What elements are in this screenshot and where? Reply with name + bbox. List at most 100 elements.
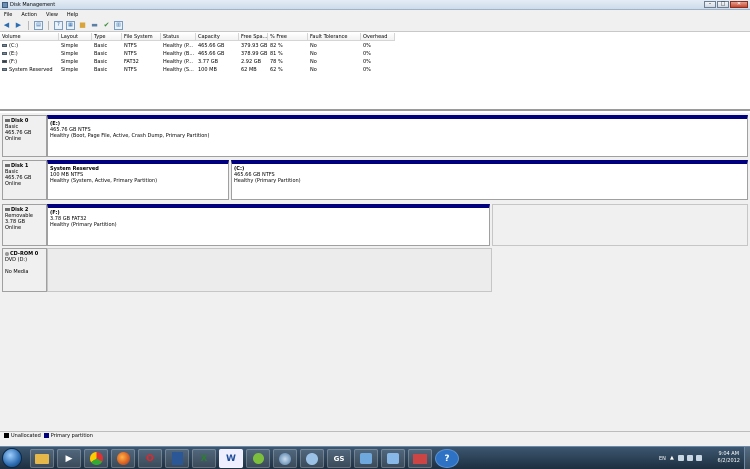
back-arrow-icon[interactable]: ◀ [2,21,11,30]
table-cell: 62 % [270,67,283,73]
taskbar-disk-management-icon[interactable] [408,449,432,468]
forward-arrow-icon[interactable]: ▶ [14,21,23,30]
table-cell: Healthy (S... [163,67,194,73]
taskbar-grape-icon[interactable] [246,449,270,468]
folder-icon[interactable]: ■ [78,21,87,30]
partition-status: Healthy (Boot, Page File, Active, Crash … [50,133,210,139]
disk-2-label[interactable]: Disk 2 Removable 3.78 GB Online [2,204,47,246]
table-cell: 379.93 GB [241,43,268,49]
cd-rom-icon [5,252,9,256]
disk-2-partitions: (F:) 3.78 GB FAT32 Healthy (Primary Part… [47,204,492,246]
flag-icon[interactable] [678,455,684,461]
table-row[interactable]: System Reserved Simple Basic NTFS Health… [0,66,395,74]
options-icon[interactable]: ▥ [114,20,123,30]
partition-e[interactable]: (E:) 465.76 GB NTFS Healthy (Boot, Page … [47,115,748,157]
table-cell: No [310,67,317,73]
partition-f[interactable]: (F:) 3.78 GB FAT32 Healthy (Primary Part… [47,204,490,246]
taskbar-word-icon[interactable] [165,449,189,468]
check-icon[interactable]: ✔ [102,21,111,30]
table-cell: 82 % [270,43,283,49]
column-header-volume[interactable]: Volume [0,33,59,40]
taskbar-chrome-icon[interactable] [84,449,108,468]
maximize-button[interactable]: □ [717,1,729,8]
close-button[interactable]: ✕ [730,1,748,8]
column-header-type[interactable]: Type [92,33,122,40]
taskbar-app-icon[interactable] [354,449,378,468]
table-cell: Simple [61,59,79,65]
disk-icon [5,164,10,167]
menu-view[interactable]: View [46,12,58,18]
clock-date: 6/2/2012 [717,458,740,464]
table-row[interactable]: (F:) Simple Basic FAT32 Healthy (P... 3.… [0,58,395,66]
column-header-percent-free[interactable]: % Free [268,33,308,40]
column-header-status[interactable]: Status [161,33,196,40]
column-header-fault-tolerance[interactable]: Fault Tolerance [308,33,361,40]
menu-action[interactable]: Action [21,12,37,18]
table-cell: 378.99 GB [241,51,268,57]
partition-status: Healthy (Primary Partition) [50,222,117,228]
taskbar-word-icon[interactable]: W [219,449,243,468]
table-cell: Simple [61,43,79,49]
menu-file[interactable]: File [4,12,12,18]
table-row[interactable]: (E:) Simple Basic NTFS Healthy (B... 465… [0,50,395,58]
show-hidden-icons-icon[interactable]: ▲ [670,455,674,461]
table-cell: 465.66 GB [198,43,225,49]
table-cell: Healthy (P... [163,43,193,49]
volume-icon [2,44,7,47]
window-title: Disk Management [10,2,56,8]
taskbar-app-icon[interactable] [300,449,324,468]
taskbar-help-icon[interactable]: ? [435,449,459,468]
properties-icon[interactable]: ▤ [34,20,43,30]
legend: Unallocated Primary partition [0,431,750,440]
table-cell: 81 % [270,51,283,57]
cdrom-0-label[interactable]: CD-ROM 0 DVD (D:) No Media [2,248,47,292]
column-header-file-system[interactable]: File System [122,33,161,40]
help-icon[interactable]: ? [54,20,63,30]
clock[interactable]: 9:04 AM 6/2/2012 [718,451,740,465]
partition-system-reserved[interactable]: System Reserved 100 MB NTFS Healthy (Sys… [47,160,229,200]
table-cell: Basic [94,67,108,73]
volume-icon [2,68,7,71]
minimize-button[interactable]: – [704,1,716,8]
taskbar-excel-icon[interactable]: X [192,449,216,468]
language-indicator[interactable]: EN [659,456,666,462]
volume-name: (C:) [9,43,19,49]
taskbar-app-icon[interactable]: GS [327,449,351,468]
table-row[interactable]: (C:) Simple Basic NTFS Healthy (P... 465… [0,42,395,50]
table-cell: 0% [363,67,371,73]
disk-status: Online [5,225,22,231]
taskbar-app-icon[interactable] [381,449,405,468]
refresh-icon[interactable]: ▦ [66,20,75,30]
show-desktop-button[interactable] [744,447,750,469]
taskbar-firefox-icon[interactable] [111,449,135,468]
taskbar-network-icon[interactable] [273,449,297,468]
column-header-capacity[interactable]: Capacity [196,33,239,40]
disk-icon[interactable]: ▬ [90,21,99,30]
taskbar-folder-icon[interactable] [30,449,54,468]
table-cell: 78 % [270,59,283,65]
table-cell: NTFS [124,67,137,73]
table-cell: Basic [94,43,108,49]
empty-region [492,204,748,246]
column-header-overhead[interactable]: Overhead [361,33,395,40]
disk-management-icon [2,2,8,8]
disk-0-label[interactable]: Disk 0 Basic 465.76 GB Online [2,115,47,157]
start-button[interactable] [2,448,22,468]
taskbar-media-player-icon[interactable]: ▶ [57,449,81,468]
volume-name: (F:) [9,59,18,65]
volume-icon[interactable] [696,455,702,461]
cdrom-empty-region [47,248,492,292]
partition-c[interactable]: (C:) 465.66 GB NTFS Healthy (Primary Par… [231,160,748,200]
table-cell: No [310,51,317,57]
network-status-icon[interactable] [687,455,693,461]
volume-name: System Reserved [9,67,53,73]
column-header-layout[interactable]: Layout [59,33,92,40]
table-cell: 2.92 GB [241,59,262,65]
column-header-free-space[interactable]: Free Spa... [239,33,268,40]
disk-1-label[interactable]: Disk 1 Basic 465.76 GB Online [2,160,47,200]
disk-status: Online [5,181,22,187]
disk-graphical-view: Disk 0 Basic 465.76 GB Online (E:) 465.7… [0,113,750,431]
toolbar-separator [28,20,29,30]
menu-help[interactable]: Help [67,12,78,18]
taskbar-opera-icon[interactable]: O [138,449,162,468]
